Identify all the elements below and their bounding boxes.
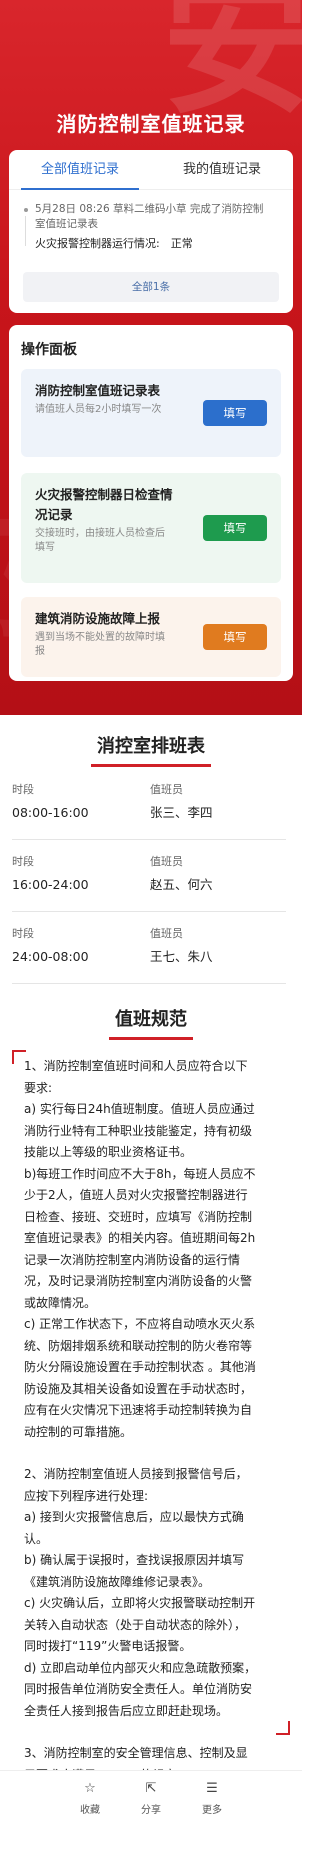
record-action: 完成了消防控制 [189,203,264,215]
rules-line: 室值班记录表》的相关内容。值班期间每2h [24,1231,256,1245]
rules-line: 或故障情况。 [24,1295,97,1310]
op-fault-report[interactable]: 建筑消防设施故障上报 遇到当场不能处置的故障时填报 填写 [21,597,281,677]
share-button[interactable]: ⇱ 分享 [121,1781,181,1816]
watermark-glyph: 安 [161,0,302,135]
rules-line: c) 正常工作状态下，不应将自动喷水灭火系 [24,1317,256,1331]
rules-line: 技能以上等级的职业资格证书。 [24,1145,193,1159]
tab-my-records[interactable]: 我的值班记录 [151,150,293,189]
record-time: 5月28日 08:26 [35,203,110,215]
rules-line: 防火分隔设施设置在手动控制状态 。其他消 [24,1360,256,1374]
op-duty-record[interactable]: 消防控制室值班记录表 请值班人员每2小时填写一次 填写 [21,369,281,457]
record-status: 火灾报警控制器运行情况: 正常 [35,237,193,250]
op-title: 建筑消防设施故障上报 [35,611,161,626]
rules-line: c) 火灾确认后，立即将火灾报警联动控制开 [24,1596,256,1610]
rules-line: a) 接到火灾报警信息后，应以最快方式确 [24,1510,244,1524]
staff-value: 张三、李四 [150,805,213,820]
rules-line: 同时报告单位消防安全责任人。单位消防安 [24,1682,253,1696]
schedule-row: 时段 08:00-16:00 值班员张三、李四 [12,768,286,840]
op-desc: 请值班人员每2小时填写一次 [35,404,162,415]
rules-line: 2、消防控制室值班人员接到报警信号后， [24,1467,248,1481]
rules-box: 1、消防控制室值班时间和人员应符合以下 要求: a) 实行每日24h值班制度。值班人… [12,1050,290,1782]
favorite-label: 收藏 [80,1805,100,1816]
rules-line: 关转入自动状态（处于自动状态的除外）， [24,1617,247,1632]
staff-label: 值班员 [150,927,183,940]
rules-text: 1、消防控制室值班时间和人员应符合以下 要求: a) 实行每日24h值班制度。值班人… [24,1056,286,1786]
rules-line: 应按下列程序进行处理: [24,1488,149,1503]
rules-line: b)每班工作时间应不大于8h，每班人员应不 [24,1166,256,1181]
star-icon: ☆ [84,1781,96,1796]
rules-line: 认。 [24,1531,49,1546]
schedule-row: 时段 16:00-24:00 值班员赵五、何六 [12,840,286,912]
bottom-toolbar: ☆ 收藏 ⇱ 分享 ☰ 更多 [0,1770,302,1851]
tab-all-records[interactable]: 全部值班记录 [9,150,151,190]
all-records-button[interactable]: 全部1条 [23,272,279,302]
records-tabs: 全部值班记录 我的值班记录 [9,150,293,190]
op-title: 火灾报警控制器日检查情 况记录 [35,487,173,522]
op-daily-check[interactable]: 火灾报警控制器日检查情 况记录 交接班时，由接班人员检查后 填写 填写 [21,473,281,583]
more-label: 更多 [202,1805,222,1816]
rules-line: 记录一次消防控制室内消防设备的运行情 [24,1252,241,1267]
op-title: 消防控制室值班记录表 [35,383,161,398]
rules-line: 1、消防控制室值班时间和人员应符合以下 [24,1059,248,1073]
schedule-row: 时段 24:00-08:00 值班员王七、朱八 [12,912,286,984]
operation-panel: 操作面板 消防控制室值班记录表 请值班人员每2小时填写一次 填写 火灾报警控制器… [9,325,293,681]
favorite-button[interactable]: ☆ 收藏 [60,1781,120,1816]
slot-value: 24:00-08:00 [12,949,89,964]
rules-line [24,1722,286,1743]
rules-title: 值班规范 [0,1005,302,1040]
rules-line: 应有在火灾情况下迅速将手动控制转换为自 [24,1403,253,1417]
slot-label: 时段 [12,855,34,868]
schedule-title: 消控室排班表 [0,732,302,767]
record-item[interactable]: 5月28日 08:26 草料二维码小草 完成了消防控制 室值班记录表 火灾报警控… [9,190,293,251]
record-user: 草料二维码小草 [112,203,187,215]
timeline-dot [24,208,28,212]
rules-line: 要求: [24,1080,53,1095]
records-card: 全部值班记录 我的值班记录 5月28日 08:26 草料二维码小草 完成了消防控… [9,150,293,313]
rules-line: 日检查、接班、交班时，应填写《消防控制 [24,1209,253,1224]
rules-line: 《建筑消防设施故障维修记录表》。 [24,1574,211,1589]
panel-title: 操作面板 [21,342,77,358]
page-title: 消防控制室值班记录 [56,112,246,136]
more-button[interactable]: ☰ 更多 [182,1781,242,1816]
rules-line: b) 确认属于误报时，查找误报原因并填写 [24,1553,245,1567]
rules-line: 少于2人，值班人员对火灾报警控制器进行 [24,1188,248,1202]
rules-line: d) 立即启动单位内部灭火和应急疏散预案， [24,1660,257,1675]
rules-line: 动控制的可靠措施。 [24,1424,133,1439]
menu-icon: ☰ [206,1781,218,1796]
rules-line: 况，及时记录消防控制室内消防设备的火警 [24,1274,253,1288]
staff-value: 王七、朱八 [150,949,213,964]
rules-line: 3、消防控制室的安全管理信息、控制及显 [24,1746,248,1760]
slot-value: 16:00-24:00 [12,877,89,892]
rules-line: 防设施及其相关设备如设置在手动状态时， [24,1381,253,1396]
rules-line [24,1443,286,1464]
share-label: 分享 [141,1805,161,1816]
record-action-cont: 室值班记录表 [35,218,98,230]
share-icon: ⇱ [145,1781,157,1796]
staff-label: 值班员 [150,855,183,868]
fill-button[interactable]: 填写 [203,624,267,650]
rules-line: 全责任人接到报告后应立即赶赴现场。 [24,1703,229,1718]
timeline-line [25,216,26,246]
slot-value: 08:00-16:00 [12,805,89,820]
staff-value: 赵五、何六 [150,877,213,892]
rules-line: 同时拨打“119”火警电话报警。 [24,1639,192,1653]
fill-button[interactable]: 填写 [203,515,267,541]
slot-label: 时段 [12,927,34,940]
rules-line: 消防行业特有工种职业技能鉴定，持有初级 [24,1123,253,1138]
slot-label: 时段 [12,783,34,796]
op-desc: 交接班时，由接班人员检查后 填写 [35,528,165,553]
op-desc: 遇到当场不能处置的故障时填报 [35,632,165,657]
rules-line: 统、防烟排烟系统和联动控制的防火卷帘等 [24,1338,253,1353]
staff-label: 值班员 [150,783,183,796]
fill-button[interactable]: 填写 [203,400,267,426]
rules-line: a) 实行每日24h值班制度。值班人员应通过 [24,1102,255,1116]
